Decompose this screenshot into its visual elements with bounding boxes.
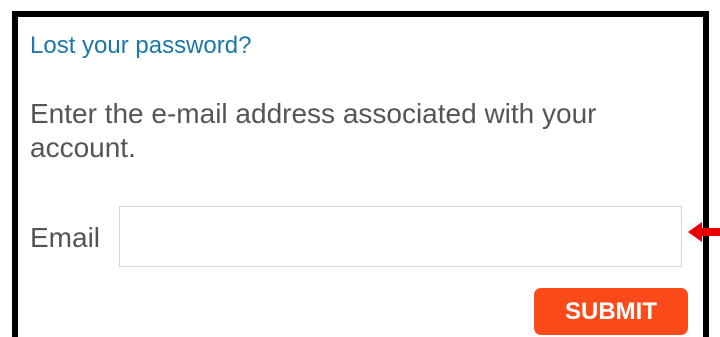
instructions-text: Enter the e-mail address associated with… — [30, 98, 597, 163]
email-field[interactable] — [119, 206, 682, 267]
page-title: Lost your password? — [30, 32, 252, 59]
red-arrow-left-icon — [688, 222, 720, 242]
submit-button[interactable]: SUBMIT — [534, 288, 688, 335]
lost-password-panel: Lost your password? Enter the e-mail add… — [12, 11, 709, 337]
email-label: Email — [30, 222, 101, 253]
